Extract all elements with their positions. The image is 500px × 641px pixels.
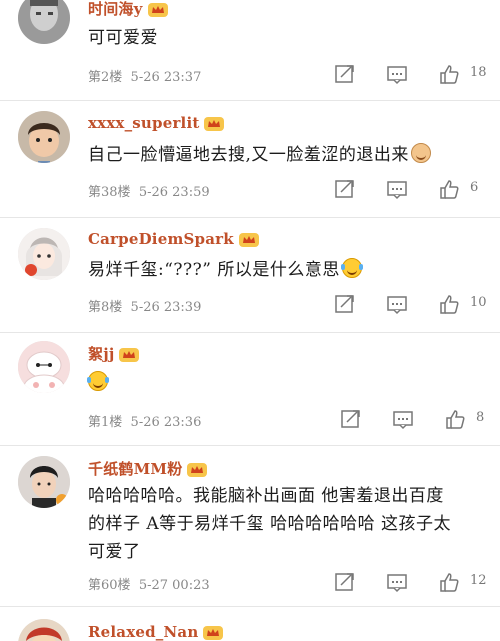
comment-time: 5-26 23:39 <box>130 300 202 315</box>
comment-actions: 18 <box>330 63 500 87</box>
repost-icon[interactable] <box>334 293 356 315</box>
comment-icon[interactable] <box>386 178 408 200</box>
comment-content: 可可爱爱 <box>88 28 158 48</box>
crown-icon <box>147 1 169 19</box>
like-icon[interactable] <box>438 293 460 315</box>
comment-item: 千纸鹤MM粉 哈哈哈哈哈。我能脑补出画面 他害羞退出百度的样子 A等于易烊千玺 … <box>0 446 500 606</box>
like-count: 18 <box>470 65 487 80</box>
crown-icon <box>238 231 260 249</box>
laugh-cry-emoji-icon <box>340 258 363 278</box>
comment-meta: 第8楼 5-26 23:39 <box>88 296 201 315</box>
comment-text: 自己一脸懵逼地去搜,又一脸羞涩的退出来 <box>88 141 470 169</box>
comment-meta: 第2楼 5-26 23:37 <box>88 66 201 85</box>
like-count: 6 <box>470 180 479 195</box>
comment-meta: 第60楼 5-27 00:23 <box>88 574 210 593</box>
comment-time: 5-26 23:36 <box>130 415 202 430</box>
comment-icon[interactable] <box>386 63 408 85</box>
repost-icon[interactable] <box>340 408 362 430</box>
repost-icon[interactable] <box>334 178 356 200</box>
comment-content: 哈哈哈哈哈。我能脑补出画面 他害羞退出百度的样子 A等于易烊千玺 哈哈哈哈哈哈 … <box>88 486 451 562</box>
comment-text: 易烊千玺:“???” 所以是什么意思 <box>88 256 470 284</box>
comment-time: 5-26 23:37 <box>130 70 202 85</box>
comment-time: 5-26 23:59 <box>138 185 210 200</box>
floor-number: 第60楼 <box>88 578 131 593</box>
username[interactable]: 时间海y <box>88 0 169 19</box>
cat-emoji-icon <box>410 143 431 163</box>
comment-icon[interactable] <box>392 408 414 430</box>
username-text[interactable]: CarpeDiemSpark <box>88 230 234 248</box>
laugh-cry-emoji-icon <box>87 371 109 391</box>
username[interactable]: xxxx_superlit <box>88 114 225 133</box>
repost-icon[interactable] <box>334 63 356 85</box>
username[interactable]: 絮jj <box>88 343 140 364</box>
comment-text: 哈哈哈哈哈。我能脑补出画面 他害羞退出百度的样子 A等于易烊千玺 哈哈哈哈哈哈 … <box>88 482 460 566</box>
username-text[interactable]: 时间海y <box>88 0 143 18</box>
comment-content: 易烊千玺:“???” 所以是什么意思 <box>88 260 340 280</box>
like-icon[interactable] <box>438 63 460 85</box>
comment-text: 可可爱爱 <box>88 24 470 52</box>
avatar[interactable] <box>18 0 70 44</box>
comment-actions: 8 <box>330 408 500 432</box>
like-icon[interactable] <box>444 408 466 430</box>
like-count: 10 <box>470 295 487 310</box>
comment-item: 絮jj 第1楼 5-26 23:36 8 <box>0 333 500 445</box>
comment-actions: 6 <box>330 178 500 202</box>
avatar[interactable] <box>18 228 70 280</box>
username-text[interactable]: Relaxed_Nan <box>88 623 198 641</box>
floor-number: 第38楼 <box>88 185 131 200</box>
floor-number: 第2楼 <box>88 70 123 85</box>
crown-icon <box>186 461 208 479</box>
comment-content: 自己一脸懵逼地去搜,又一脸羞涩的退出来 <box>88 145 409 165</box>
repost-icon[interactable] <box>334 571 356 593</box>
username-text[interactable]: xxxx_superlit <box>88 114 199 132</box>
comment-time: 5-27 00:23 <box>138 578 210 593</box>
avatar[interactable] <box>18 111 70 163</box>
comment-meta: 第38楼 5-26 23:59 <box>88 181 210 200</box>
floor-number: 第1楼 <box>88 415 123 430</box>
comment-text <box>87 369 470 397</box>
comment-item: CarpeDiemSpark 易烊千玺:“???” 所以是什么意思 第8楼 5-… <box>0 218 500 332</box>
comment-item: xxxx_superlit 自己一脸懵逼地去搜,又一脸羞涩的退出来 第38楼 5… <box>0 101 500 217</box>
avatar[interactable] <box>18 456 70 508</box>
username-text[interactable]: 絮jj <box>88 345 114 363</box>
avatar[interactable] <box>18 619 70 641</box>
comment-icon[interactable] <box>386 293 408 315</box>
comment-icon[interactable] <box>386 571 408 593</box>
username[interactable]: 千纸鹤MM粉 <box>88 458 208 479</box>
comment-item: 时间海y 可可爱爱 第2楼 5-26 23:37 18 <box>0 0 500 100</box>
comment-actions: 12 <box>330 571 500 595</box>
username[interactable]: Relaxed_Nan <box>88 623 224 641</box>
crown-icon <box>202 624 224 641</box>
username-text[interactable]: 千纸鹤MM粉 <box>88 460 182 478</box>
comment-item: Relaxed_Nan <box>0 607 500 641</box>
like-count: 12 <box>470 573 487 588</box>
comment-meta: 第1楼 5-26 23:36 <box>88 411 201 430</box>
like-count: 8 <box>476 410 485 425</box>
avatar[interactable] <box>18 341 70 393</box>
like-icon[interactable] <box>438 178 460 200</box>
username[interactable]: CarpeDiemSpark <box>88 230 260 249</box>
like-icon[interactable] <box>438 571 460 593</box>
crown-icon <box>203 115 225 133</box>
floor-number: 第8楼 <box>88 300 123 315</box>
crown-icon <box>118 346 140 364</box>
comment-actions: 10 <box>330 293 500 317</box>
